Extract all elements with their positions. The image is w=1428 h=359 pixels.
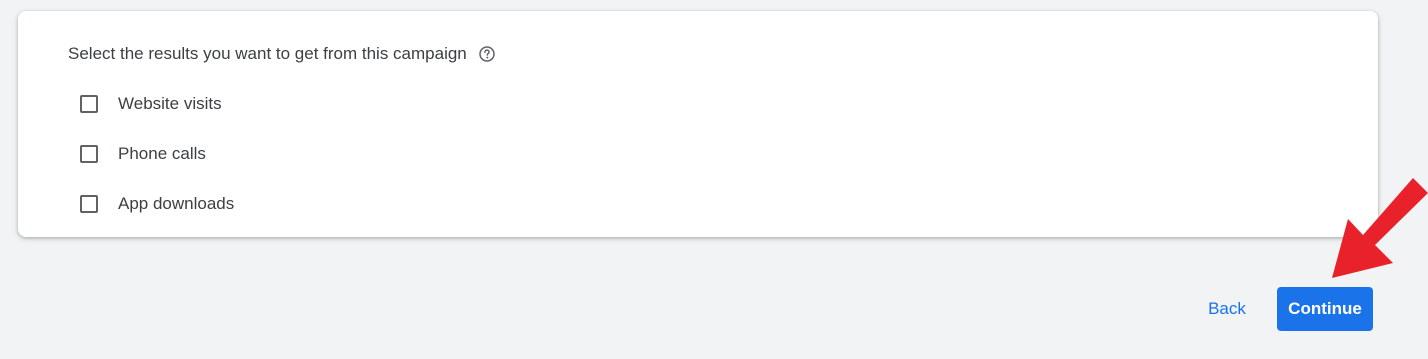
website-visits-checkbox[interactable] bbox=[80, 95, 98, 113]
goal-selection-card: Select the results you want to get from … bbox=[18, 11, 1378, 237]
option-app-downloads[interactable]: App downloads bbox=[80, 179, 234, 229]
help-circle-icon[interactable] bbox=[479, 46, 495, 62]
question-row: Select the results you want to get from … bbox=[68, 44, 495, 64]
question-text: Select the results you want to get from … bbox=[68, 44, 467, 63]
option-label: Phone calls bbox=[118, 144, 206, 163]
back-button[interactable]: Back bbox=[1192, 289, 1262, 329]
phone-calls-checkbox[interactable] bbox=[80, 145, 98, 163]
red-arrow-icon bbox=[1332, 178, 1428, 278]
option-phone-calls[interactable]: Phone calls bbox=[80, 129, 234, 179]
option-website-visits[interactable]: Website visits bbox=[80, 79, 234, 129]
results-options-list: Website visits Phone calls App downloads bbox=[80, 79, 234, 229]
app-downloads-checkbox[interactable] bbox=[80, 195, 98, 213]
page: Select the results you want to get from … bbox=[0, 0, 1428, 359]
option-label: App downloads bbox=[118, 194, 235, 213]
continue-button[interactable]: Continue bbox=[1277, 287, 1373, 331]
option-label: Website visits bbox=[118, 94, 222, 113]
